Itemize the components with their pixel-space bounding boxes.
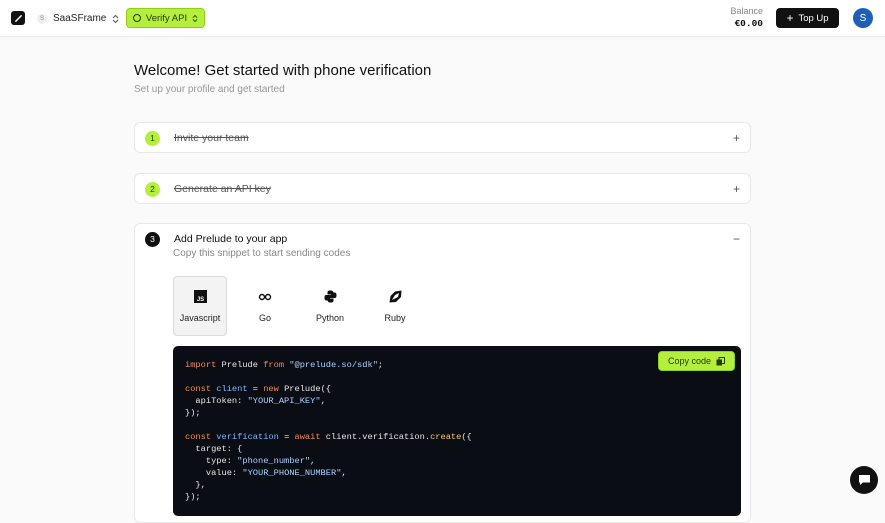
code-token: create [430, 432, 462, 442]
step-title: Generate an API key [174, 183, 271, 195]
python-icon [323, 290, 337, 304]
language-tab-ruby[interactable]: Ruby [368, 276, 422, 336]
code-token: const [185, 432, 212, 442]
language-tab-javascript[interactable]: JS Javascript [173, 276, 227, 336]
code-token: await [294, 432, 321, 442]
code-token: "YOUR_PHONE_NUMBER" [242, 468, 342, 478]
code-token: ({ [461, 432, 472, 442]
page-title: Welcome! Get started with phone verifica… [134, 62, 432, 79]
top-up-button[interactable]: + Top Up [776, 8, 839, 28]
code-token: new [263, 384, 279, 394]
code-token: "phone_number" [237, 456, 311, 466]
code-token: Prelude({ [278, 384, 331, 394]
globe-icon [132, 14, 141, 22]
step-header[interactable]: 2 Generate an API key + [145, 174, 740, 204]
ruby-icon [388, 290, 402, 304]
javascript-icon: JS [193, 290, 207, 304]
code-token: }); [185, 408, 201, 418]
verify-api-label: Verify API [145, 12, 188, 24]
balance-value: €0.00 [734, 18, 763, 29]
user-avatar[interactable]: S [853, 8, 873, 28]
chevron-updown-icon [112, 14, 119, 24]
code-token: const [185, 384, 212, 394]
copy-code-button[interactable]: Copy code [658, 351, 735, 371]
plus-icon[interactable]: + [733, 131, 740, 145]
step-add-prelude: 3 Add Prelude to your app − Copy this sn… [134, 223, 751, 523]
workspace-name: SaaSFrame [53, 13, 107, 24]
language-tab-go[interactable]: Go [238, 276, 292, 336]
code-line: }); [185, 407, 729, 419]
page-subtitle: Set up your profile and get started [134, 84, 285, 95]
code-token: }); [185, 492, 201, 502]
step-generate-api-key[interactable]: 2 Generate an API key + [134, 173, 751, 204]
top-bar: S SaaSFrame Verify API Balance €0.00 + T… [0, 0, 885, 37]
code-line: const verification = await client.verifi… [185, 431, 729, 443]
code-token: apiToken: [185, 396, 248, 406]
language-label: Python [315, 312, 345, 323]
code-token: verification [216, 432, 279, 442]
step-number: 1 [145, 130, 160, 146]
svg-text:JS: JS [196, 297, 203, 303]
code-line: target: { [185, 443, 729, 455]
step-number: 3 [145, 231, 160, 247]
code-token: , [310, 456, 316, 466]
code-token: type: [185, 456, 238, 466]
app-logo-icon[interactable] [11, 11, 25, 25]
code-token: client.verification. [320, 432, 431, 442]
language-label: Ruby [384, 312, 406, 323]
step-title: Add Prelude to your app [174, 233, 288, 245]
chat-icon [858, 475, 870, 485]
code-line: value: "YOUR_PHONE_NUMBER", [185, 467, 729, 479]
code-token: "@prelude.so/sdk" [289, 360, 378, 370]
top-up-label: Top Up [798, 12, 829, 24]
code-line: }); [185, 491, 729, 503]
code-token: import [185, 360, 217, 370]
copy-code-label: Copy code [667, 356, 712, 366]
code-token: client [216, 384, 248, 394]
language-tab-python[interactable]: Python [303, 276, 357, 336]
workspace-switcher[interactable]: S SaaSFrame [37, 11, 119, 26]
chat-support-button[interactable] [850, 466, 878, 494]
step-invite-team[interactable]: 1 Invite your team + [134, 122, 751, 153]
step-header[interactable]: 1 Invite your team + [145, 123, 740, 153]
step-description: Copy this snippet to start sending codes [173, 248, 351, 259]
plus-icon: + [786, 11, 794, 25]
workspace-avatar: S [37, 13, 47, 24]
code-token: Prelude [216, 360, 264, 370]
plus-icon[interactable]: + [733, 182, 740, 196]
code-snippet[interactable]: import Prelude from "@prelude.so/sdk"; c… [173, 346, 741, 516]
verify-api-switcher[interactable]: Verify API [126, 8, 205, 28]
code-line: }, [185, 479, 729, 491]
code-token: value: [185, 468, 243, 478]
code-line: import Prelude from "@prelude.so/sdk"; [185, 359, 729, 371]
step-number: 2 [145, 181, 160, 197]
language-label: Go [258, 312, 271, 323]
balance-display: Balance €0.00 [730, 6, 763, 29]
step-title: Invite your team [174, 132, 249, 144]
code-token: , [341, 468, 347, 478]
code-line: const client = new Prelude({ [185, 383, 729, 395]
chevron-updown-icon [192, 14, 198, 22]
code-token: from [263, 360, 285, 370]
minus-icon[interactable]: − [733, 232, 740, 246]
code-token: = [247, 384, 264, 394]
copy-icon [716, 356, 726, 365]
code-line: type: "phone_number", [185, 455, 729, 467]
go-icon [258, 290, 272, 304]
code-token: target: { [185, 444, 243, 454]
code-token: "YOUR_API_KEY" [247, 396, 321, 406]
code-token: }, [185, 480, 206, 490]
balance-label: Balance [730, 6, 763, 16]
code-line: apiToken: "YOUR_API_KEY", [185, 395, 729, 407]
code-token: ; [377, 360, 384, 370]
language-label: Javascript [179, 312, 221, 323]
code-token: , [320, 396, 326, 406]
code-token: = [278, 432, 295, 442]
